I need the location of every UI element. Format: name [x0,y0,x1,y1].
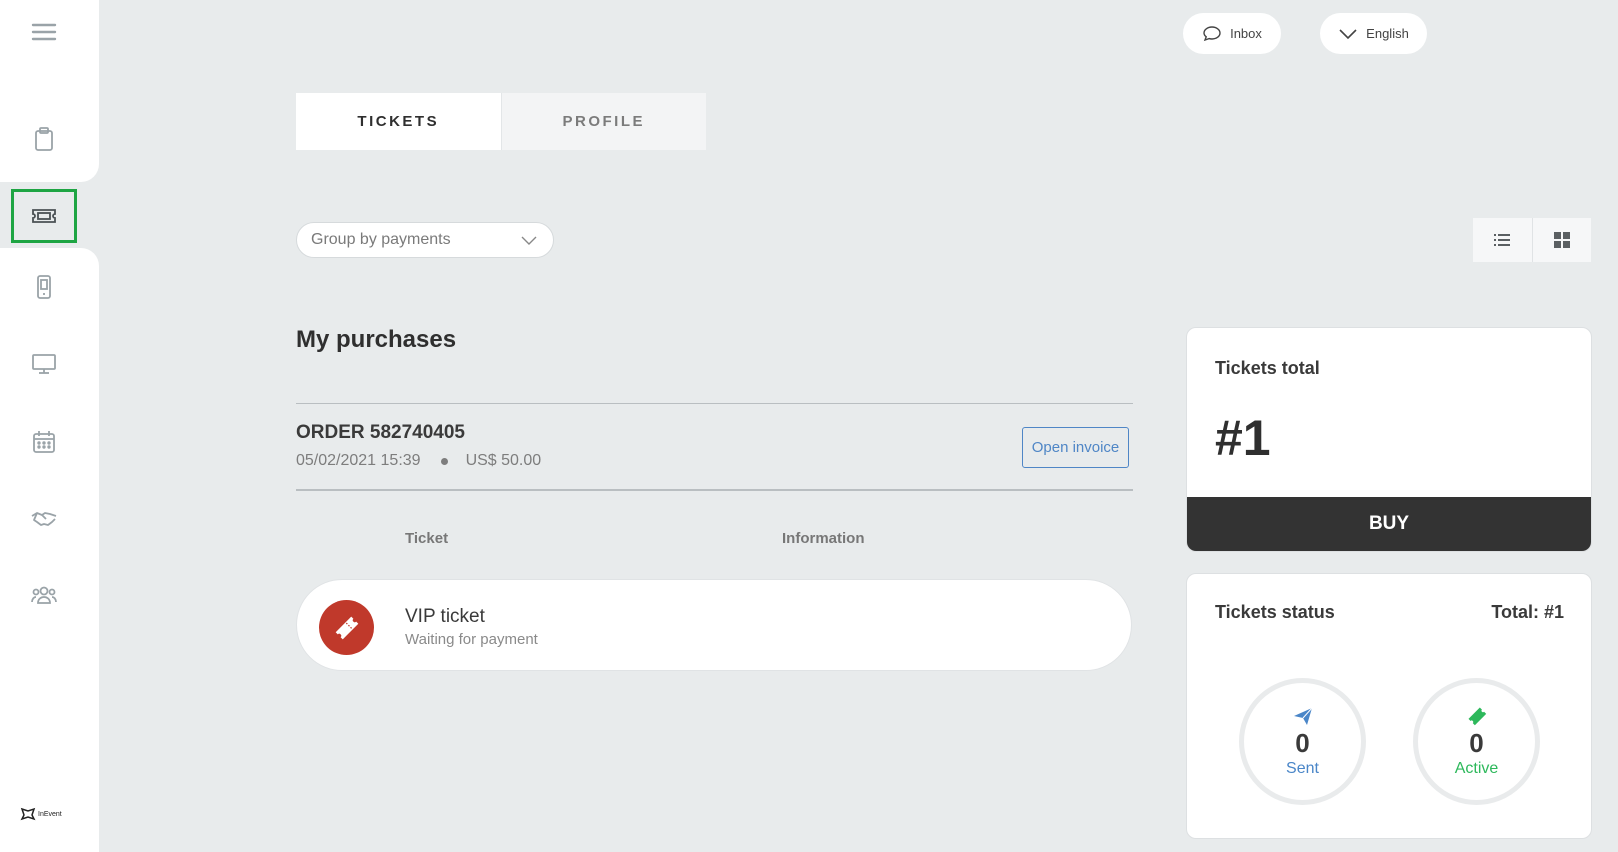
ticket-status: Waiting for payment [405,631,538,648]
main-tabs: TICKETS PROFILE [296,93,706,150]
page-title: My purchases [296,326,457,353]
grid-icon [1553,232,1570,248]
handshake-icon[interactable] [24,499,64,539]
group-by-select[interactable]: Group by payments [296,222,554,258]
paper-plane-icon [1293,707,1312,726]
column-header-information: Information [782,530,865,547]
tickets-status-label: Tickets status [1215,602,1335,622]
language-label: English [1366,26,1409,41]
ticket-type-icon [319,600,374,655]
sent-counter: 0 Sent [1239,678,1366,805]
sidebar-item-tickets[interactable] [11,189,77,243]
order-date: 05/02/2021 15:39 [296,452,421,469]
tab-profile[interactable]: PROFILE [500,93,706,150]
view-toggle [1473,218,1591,262]
order-title: ORDER 582740405 [296,422,465,443]
sent-count: 0 [1295,728,1310,759]
list-icon [1494,234,1511,246]
tickets-total-card: Tickets total #1 BUY [1186,327,1592,552]
order-amount: US$ 50.00 [465,452,542,469]
grid-view-button[interactable] [1531,218,1591,262]
ticket-icon [32,209,56,223]
chevron-down-icon [521,236,537,245]
inevent-logo: InEvent [20,807,62,821]
sent-label: Sent [1286,759,1319,777]
active-counter: 0 Active [1413,678,1540,805]
divider [296,403,1133,404]
inbox-label: Inbox [1230,26,1262,41]
sidebar-bottom-panel [0,248,99,852]
ticket-row[interactable]: VIP ticket Waiting for payment [296,579,1132,671]
tickets-status-card: Tickets status Total: #1 0 Sent 0 Active [1186,573,1592,839]
language-selector[interactable]: English [1320,13,1427,54]
buy-button[interactable]: BUY [1187,497,1591,551]
open-invoice-button[interactable]: Open invoice [1022,427,1129,468]
divider [296,489,1133,491]
order-meta: 05/02/2021 15:39 US$ 50.00 [296,452,541,470]
active-label: Active [1454,759,1499,777]
group-by-value: Group by payments [311,231,451,248]
users-group-icon[interactable] [24,576,64,616]
tab-tickets[interactable]: TICKETS [296,93,501,150]
ticket-name: VIP ticket [405,606,485,627]
inbox-button[interactable]: Inbox [1183,13,1281,54]
tickets-status-total: Total: #1 [1491,602,1564,622]
chevron-down-icon [1339,28,1357,39]
logo-text: InEvent [38,810,62,818]
clipboard-icon[interactable] [24,119,64,159]
tickets-total-value: #1 [1215,410,1271,466]
separator-dot [440,457,448,465]
ticket-icon [1468,707,1486,726]
chat-bubble-icon [1203,25,1221,41]
tickets-total-label: Tickets total [1215,358,1320,378]
sidebar: InEvent [0,0,99,852]
calendar-icon[interactable] [24,422,64,462]
list-view-button[interactable] [1473,218,1532,262]
monitor-icon[interactable] [24,344,64,384]
active-count: 0 [1469,728,1484,759]
ticket-icon [335,616,358,639]
mobile-phone-icon[interactable] [24,267,64,307]
column-header-ticket: Ticket [405,530,449,547]
inevent-logo-icon [20,807,36,821]
menu-icon[interactable] [24,12,64,52]
